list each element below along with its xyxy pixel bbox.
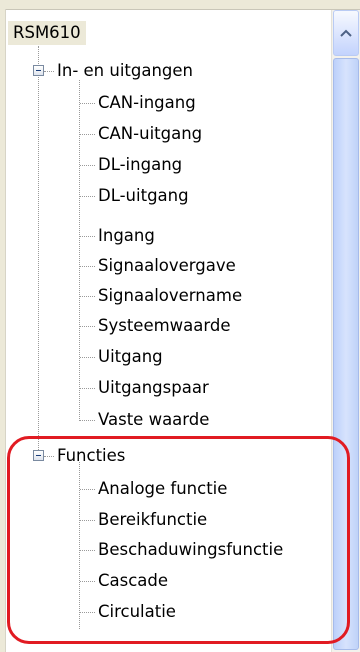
- tree-item-vaste-waarde[interactable]: Vaste waarde: [98, 408, 209, 432]
- scroll-up-button[interactable]: [333, 10, 359, 56]
- tree-connector: [80, 581, 95, 582]
- tree-connector: [80, 326, 95, 327]
- tree-line-group1: [79, 80, 80, 421]
- tree-connector: [80, 420, 95, 421]
- tree-connector: [80, 612, 95, 613]
- tree-connector: [80, 550, 95, 551]
- collapse-toggle-functies[interactable]: [33, 450, 44, 461]
- tree-connector: [80, 266, 95, 267]
- tree-connector: [80, 489, 95, 490]
- window-top-strip: [0, 0, 360, 10]
- tree-item-uitgangspaar[interactable]: Uitgangspaar: [98, 376, 209, 400]
- tree-group-functies[interactable]: Functies: [57, 444, 125, 468]
- tree-connector: [80, 520, 95, 521]
- tree-item-beschaduwingsfunctie[interactable]: Beschaduwingsfunctie: [98, 538, 283, 562]
- tree-group-in-en-uitgangen[interactable]: In- en uitgangen: [57, 59, 193, 83]
- tree-item-cascade[interactable]: Cascade: [98, 569, 168, 593]
- tree-item-can-uitgang[interactable]: CAN-uitgang: [98, 122, 202, 146]
- tree-item-can-ingang[interactable]: CAN-ingang: [98, 91, 196, 115]
- tree-line-root: [38, 46, 39, 456]
- collapse-toggle-in-en-uitgangen[interactable]: [33, 65, 44, 76]
- tree-item-bereikfunctie[interactable]: Bereikfunctie: [98, 508, 207, 532]
- tree-item-signaalovergave[interactable]: Signaalovergave: [98, 254, 236, 278]
- tree-item-analoge-functie[interactable]: Analoge functie: [98, 477, 227, 501]
- tree-item-circulatie[interactable]: Circulatie: [98, 600, 176, 624]
- tree-item-dl-ingang[interactable]: DL-ingang: [98, 153, 182, 177]
- tree-item-signaalovername[interactable]: Signaalovername: [98, 284, 242, 308]
- tree-connector: [80, 196, 95, 197]
- tree-connector: [44, 71, 54, 72]
- tree-item-uitgang[interactable]: Uitgang: [98, 345, 163, 369]
- chevron-up-icon: [340, 29, 352, 37]
- tree-connector: [80, 134, 95, 135]
- scroll-thumb[interactable]: [333, 58, 359, 650]
- vertical-scrollbar[interactable]: [331, 10, 360, 652]
- tree-item-ingang[interactable]: Ingang: [98, 224, 155, 248]
- tree-connector: [80, 296, 95, 297]
- tree-connector: [80, 103, 95, 104]
- tree-connector: [80, 357, 95, 358]
- tree-item-systeemwaarde[interactable]: Systeemwaarde: [98, 314, 231, 338]
- tree-connector: [80, 388, 95, 389]
- tree-connector: [44, 456, 54, 457]
- tree-connector: [80, 165, 95, 166]
- tree-connector: [80, 236, 95, 237]
- tree-item-dl-uitgang[interactable]: DL-uitgang: [98, 184, 189, 208]
- tree-root-rsm610[interactable]: RSM610: [8, 21, 86, 45]
- tree-line-group2: [79, 462, 80, 629]
